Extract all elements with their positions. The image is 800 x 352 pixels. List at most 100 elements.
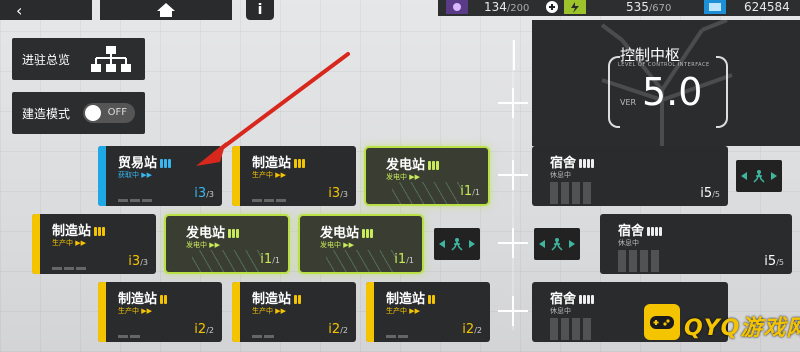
chevron-left-icon: ‹ xyxy=(16,0,23,20)
room-stripe xyxy=(366,282,374,342)
elevator-door[interactable] xyxy=(434,228,480,260)
room-level: i1/1 xyxy=(260,252,280,267)
operator-figures xyxy=(550,318,594,340)
elevator-door[interactable] xyxy=(736,160,782,192)
base-map: ‹ i 134/200 535/670 624584 进驻总览 建造模式 OFF… xyxy=(0,0,800,352)
room-status: 发电中 ▶▶ xyxy=(386,173,420,181)
room-stripe xyxy=(232,282,240,342)
room-status: 休息中 xyxy=(618,239,639,247)
room-stripe xyxy=(232,146,240,206)
room-name: 制造站 xyxy=(118,288,168,307)
room-status: 休息中 xyxy=(550,171,571,179)
build-mode-panel: 建造模式 OFF xyxy=(12,92,145,134)
room-mfg-4[interactable]: 制造站 生产中 ▶▶ i2/2 xyxy=(232,282,356,342)
room-mfg-3[interactable]: 制造站 生产中 ▶▶ i2/2 xyxy=(98,282,222,342)
operator-slots xyxy=(386,335,408,338)
room-stripe xyxy=(32,214,40,274)
room-dorm-1[interactable]: 宿舍 休息中 i5/5 xyxy=(532,146,728,206)
home-icon xyxy=(157,3,175,17)
room-stripe xyxy=(98,146,106,206)
exit-icon xyxy=(741,170,777,183)
room-power-3[interactable]: 发电站 发电中 ▶▶ i1/1 xyxy=(300,216,422,272)
overview-button[interactable]: 进驻总览 xyxy=(12,38,145,80)
room-name: 宿舍 xyxy=(550,152,595,171)
room-mfg-1[interactable]: 制造站 生产中 ▶▶ i3/3 xyxy=(232,146,356,206)
room-level: i2/2 xyxy=(462,322,482,337)
build-mode-label: 建造模式 xyxy=(22,106,71,121)
room-name: 发电站 xyxy=(386,154,440,173)
toggle-label: OFF xyxy=(107,107,127,118)
room-dorm-2[interactable]: 宿舍 休息中 i5/5 xyxy=(600,214,792,274)
room-status: 生产中 ▶▶ xyxy=(252,171,286,179)
exit-icon xyxy=(539,238,575,251)
room-power-2[interactable]: 发电站 发电中 ▶▶ i1/1 xyxy=(166,216,288,272)
back-button[interactable]: ‹ xyxy=(0,0,92,20)
operator-slots xyxy=(118,335,140,338)
room-mfg-2[interactable]: 制造站 生产中 ▶▶ i3/3 xyxy=(32,214,156,274)
bracket-right xyxy=(716,56,728,128)
version-label: VER xyxy=(620,98,637,107)
operator-slots xyxy=(118,199,152,202)
workforce-value: 134/200 xyxy=(484,0,530,14)
operator-figures xyxy=(550,182,594,204)
version-number: 5.0 xyxy=(642,70,703,114)
corridor-cross xyxy=(498,88,528,118)
watermark-text: QYQ游戏网 xyxy=(684,316,800,341)
room-name: 贸易站 xyxy=(118,152,172,171)
room-stripe xyxy=(98,282,106,342)
add-icon[interactable] xyxy=(546,1,558,16)
corridor-cross xyxy=(498,160,528,190)
gamepad-logo-icon xyxy=(644,304,680,340)
room-status: 发电中 ▶▶ xyxy=(320,241,354,249)
room-level: i3/3 xyxy=(128,254,148,269)
corridor-cross xyxy=(498,228,528,258)
room-trade-1[interactable]: 贸易站 获取中 ▶▶ i3/3 xyxy=(98,146,222,206)
hierarchy-icon xyxy=(91,46,131,72)
room-mfg-5[interactable]: 制造站 生产中 ▶▶ i2/2 xyxy=(366,282,490,342)
room-name: 宿舍 xyxy=(618,220,663,239)
room-name: 制造站 xyxy=(52,220,106,239)
control-center[interactable]: 控制中枢 LEVEL OF CONTROL INTERFACE VER 5.0 xyxy=(532,20,800,146)
info-button[interactable]: i xyxy=(246,0,274,20)
room-name: 发电站 xyxy=(320,222,374,241)
room-level: i2/2 xyxy=(328,322,348,337)
resource-bar: 134/200 535/670 624584 xyxy=(438,0,800,16)
room-status: 发电中 ▶▶ xyxy=(186,241,220,249)
room-level: i3/3 xyxy=(194,186,214,201)
elevator-door[interactable] xyxy=(534,228,580,260)
room-power-1[interactable]: 发电站 发电中 ▶▶ i1/1 xyxy=(366,148,488,204)
lmd-icon xyxy=(704,0,726,17)
room-status: 生产中 ▶▶ xyxy=(252,307,286,315)
hex-pattern xyxy=(192,250,262,272)
toggle-knob xyxy=(85,105,101,121)
room-level: i5/5 xyxy=(764,254,784,269)
hex-pattern xyxy=(326,250,396,272)
drone-icon xyxy=(446,0,468,17)
currency-value: 624584 xyxy=(744,0,790,14)
build-mode-toggle[interactable]: OFF xyxy=(83,103,135,123)
room-name: 制造站 xyxy=(252,152,306,171)
power-icon xyxy=(564,0,586,17)
room-level: i3/3 xyxy=(328,186,348,201)
operator-slots xyxy=(252,335,274,338)
room-level: i1/1 xyxy=(460,184,480,199)
operator-slots xyxy=(52,267,86,270)
exit-icon xyxy=(439,238,475,251)
room-name: 制造站 xyxy=(386,288,436,307)
room-level: i2/2 xyxy=(194,322,214,337)
home-button[interactable] xyxy=(100,0,232,20)
room-name: 制造站 xyxy=(252,288,302,307)
room-status: 生产中 ▶▶ xyxy=(118,307,152,315)
power-value: 535/670 xyxy=(626,0,672,14)
operator-slots xyxy=(252,199,286,202)
room-status: 生产中 ▶▶ xyxy=(386,307,420,315)
room-level: i5/5 xyxy=(700,186,720,201)
room-status: 获取中 ▶▶ xyxy=(118,171,152,179)
corridor-line xyxy=(513,40,515,70)
overview-label: 进驻总览 xyxy=(22,52,71,67)
room-level: i1/1 xyxy=(394,252,414,267)
operator-figures xyxy=(618,250,662,272)
room-name: 发电站 xyxy=(186,222,240,241)
control-center-subtitle: LEVEL OF CONTROL INTERFACE xyxy=(618,62,710,68)
room-status: 休息中 xyxy=(550,307,571,315)
